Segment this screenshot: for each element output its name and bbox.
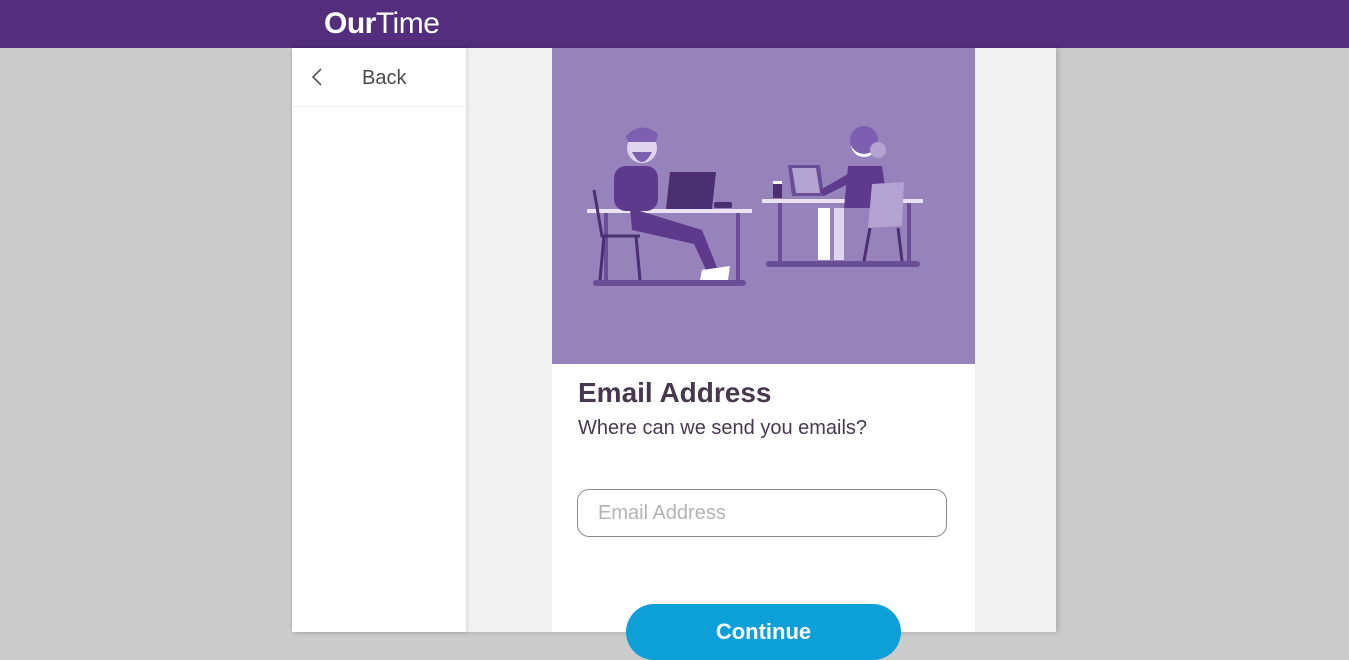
logo-text-our: Our [324,7,376,40]
email-input[interactable] [577,489,947,537]
back-label: Back [362,67,407,89]
chevron-left-icon [311,68,322,86]
people-at-desks-illustration [587,126,923,286]
logo-text-time: Time [375,7,440,40]
back-button[interactable]: Back [292,48,466,107]
main-container: Back Email Address Where can we send you… [292,48,1056,660]
top-header-bar: OurTime [0,0,1349,48]
continue-button[interactable]: Continue [626,604,901,660]
page-subtitle: Where can we send you emails? [578,417,868,439]
signup-card: Email Address Where can we send you emai… [552,48,975,660]
side-navigation: Back [292,48,466,632]
page-title: Email Address [578,377,772,408]
hero-illustration [552,48,975,364]
ourtime-logo[interactable]: OurTime [324,6,440,42]
